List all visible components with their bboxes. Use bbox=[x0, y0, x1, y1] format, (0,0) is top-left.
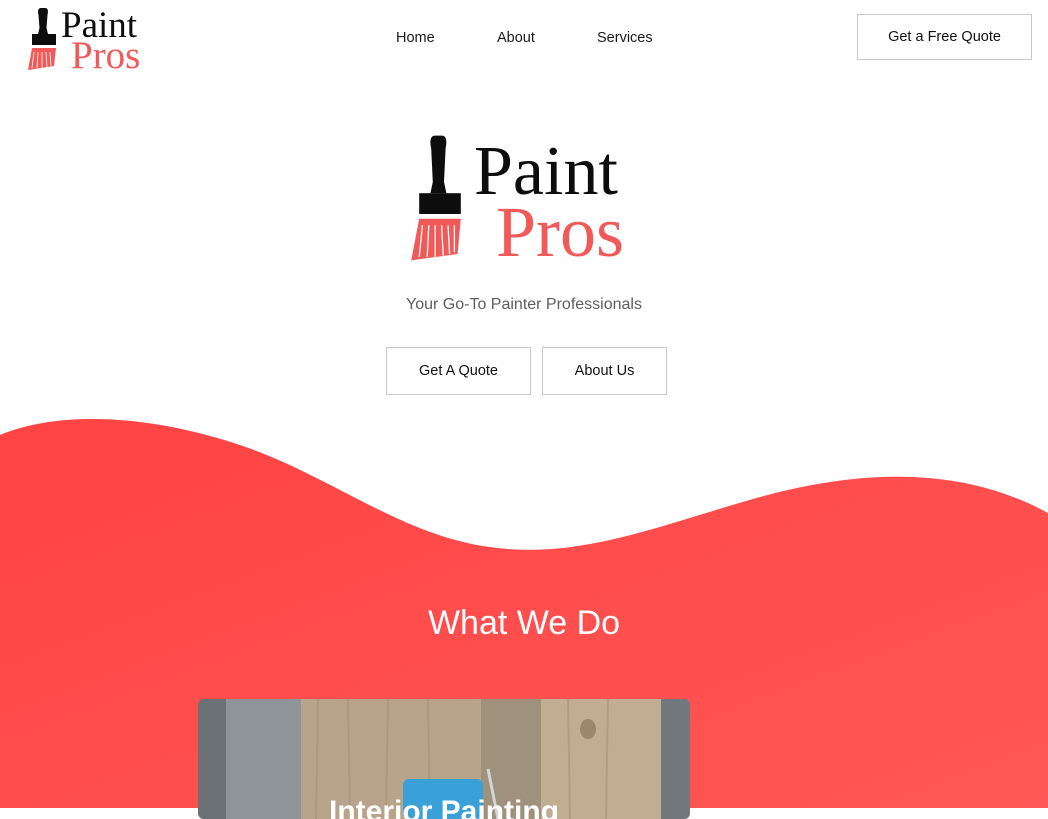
section-title-what-we-do: What We Do bbox=[427, 604, 621, 642]
about-us-button[interactable]: About Us bbox=[542, 347, 667, 395]
nav-link-home[interactable]: Home bbox=[396, 30, 435, 46]
logo-word-pros: Pros bbox=[71, 34, 141, 77]
nav-link-services[interactable]: Services bbox=[597, 30, 653, 46]
hero-logo: Paint Pros bbox=[408, 134, 648, 268]
hero-tagline: Your Go-To Painter Professionals bbox=[406, 296, 642, 313]
logo-word-pros: Pros bbox=[496, 192, 625, 272]
paintbrush-icon bbox=[28, 8, 56, 70]
get-free-quote-button[interactable]: Get a Free Quote bbox=[857, 14, 1032, 60]
get-a-quote-button[interactable]: Get A Quote bbox=[386, 347, 531, 395]
paintbrush-icon bbox=[411, 135, 461, 261]
site-header: Paint Pros Home About Services Get a Fre… bbox=[0, 0, 1048, 80]
header-logo[interactable]: Paint Pros bbox=[24, 6, 154, 77]
service-card-title: Interior Painting bbox=[328, 795, 559, 819]
service-card[interactable]: Interior Painting bbox=[198, 699, 690, 819]
nav-link-about[interactable]: About bbox=[497, 30, 535, 46]
